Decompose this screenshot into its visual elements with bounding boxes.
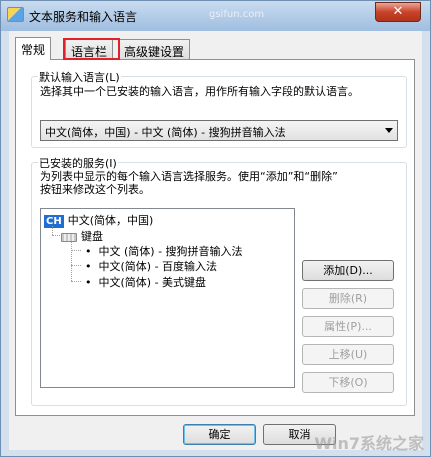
chevron-down-icon bbox=[385, 128, 393, 133]
group-title: 默认输入语言(L) bbox=[38, 69, 121, 85]
tab-advanced-key-settings[interactable]: 高级键设置 bbox=[118, 39, 191, 59]
keyboard-label: 键盘 bbox=[81, 230, 103, 243]
add-button[interactable]: 添加(D)... bbox=[302, 260, 394, 281]
tab-general[interactable]: 常规 bbox=[15, 37, 52, 60]
default-language-description: 选择其中一个已安装的输入语言，用作所有输入字段的默认语言。 bbox=[40, 85, 359, 98]
tab-highlight-box bbox=[63, 38, 120, 60]
dialog-client: 常规 语言栏 高级键设置 默认输入语言(L) 选择其中一个已安装的输入语言，用作… bbox=[9, 31, 422, 450]
watermark-url: gsifun.com bbox=[209, 9, 265, 20]
text-services-icon bbox=[7, 7, 24, 22]
installed-services-description-line1: 为列表中显示的每个输入语言选择服务。使用“添加”和“删除” bbox=[40, 170, 338, 183]
group-title: 已安装的服务(I) bbox=[38, 155, 118, 171]
tab-label: 高级键设置 bbox=[124, 45, 185, 59]
watermark-logo: Win7系统之家 bbox=[314, 434, 424, 453]
language-label: 中文(简体，中国) bbox=[67, 214, 154, 227]
ok-button[interactable]: 确定 bbox=[183, 424, 256, 445]
close-button[interactable]: ✕ bbox=[375, 2, 421, 22]
tree-language-node[interactable]: CH 中文(简体，中国) bbox=[44, 212, 153, 228]
bullet: • bbox=[85, 245, 92, 258]
tab-panel-general: 默认输入语言(L) 选择其中一个已安装的输入语言，用作所有输入字段的默认语言。 … bbox=[15, 59, 415, 416]
keyboard-icon bbox=[61, 232, 77, 242]
window-title: 文本服务和输入语言 bbox=[29, 10, 138, 24]
remove-button[interactable]: 删除(R) bbox=[302, 288, 394, 309]
default-language-select[interactable]: 中文(简体，中国) - 中文 (简体) - 搜狗拼音输入法 bbox=[40, 120, 398, 141]
tree-keyboard-node[interactable]: 键盘 bbox=[61, 228, 103, 244]
move-down-button[interactable]: 下移(O) bbox=[302, 372, 394, 393]
properties-button[interactable]: 属性(P)... bbox=[302, 316, 394, 337]
service-label: 中文(简体) - 百度输入法 bbox=[98, 260, 218, 273]
tree-connector bbox=[71, 265, 81, 266]
bullet: • bbox=[85, 276, 92, 289]
service-label: 中文(简体) - 美式键盘 bbox=[98, 276, 207, 289]
language-badge: CH bbox=[44, 215, 64, 228]
dialog-window: 文本服务和输入语言 gsifun.com ✕ 常规 语言栏 高级键设置 默认输入… bbox=[0, 0, 431, 457]
service-label: 中文 (简体) - 搜狗拼音输入法 bbox=[98, 245, 243, 258]
title-bar[interactable]: 文本服务和输入语言 gsifun.com ✕ bbox=[1, 1, 430, 31]
move-up-button[interactable]: 上移(U) bbox=[302, 344, 394, 365]
tab-label: 常规 bbox=[21, 43, 46, 57]
close-icon: ✕ bbox=[392, 4, 404, 19]
tree-connector bbox=[71, 250, 81, 251]
tree-connector bbox=[71, 281, 81, 282]
bullet: • bbox=[85, 260, 92, 273]
tree-service-item[interactable]: • 中文 (简体) - 搜狗拼音输入法 bbox=[85, 243, 243, 259]
tree-service-item[interactable]: • 中文(简体) - 美式键盘 bbox=[85, 274, 206, 290]
installed-services-description-line2: 按钮来修改这个列表。 bbox=[40, 183, 150, 196]
tree-connector bbox=[71, 242, 72, 281]
tree-service-item[interactable]: • 中文(简体) - 百度输入法 bbox=[85, 258, 217, 274]
tree-connector bbox=[52, 226, 53, 235]
selected-value: 中文(简体，中国) - 中文 (简体) - 搜狗拼音输入法 bbox=[45, 126, 286, 139]
services-tree[interactable]: CH 中文(简体，中国) 键盘 • 中文 (简体) - 搜狗拼音输入法 • 中文(… bbox=[40, 208, 295, 388]
